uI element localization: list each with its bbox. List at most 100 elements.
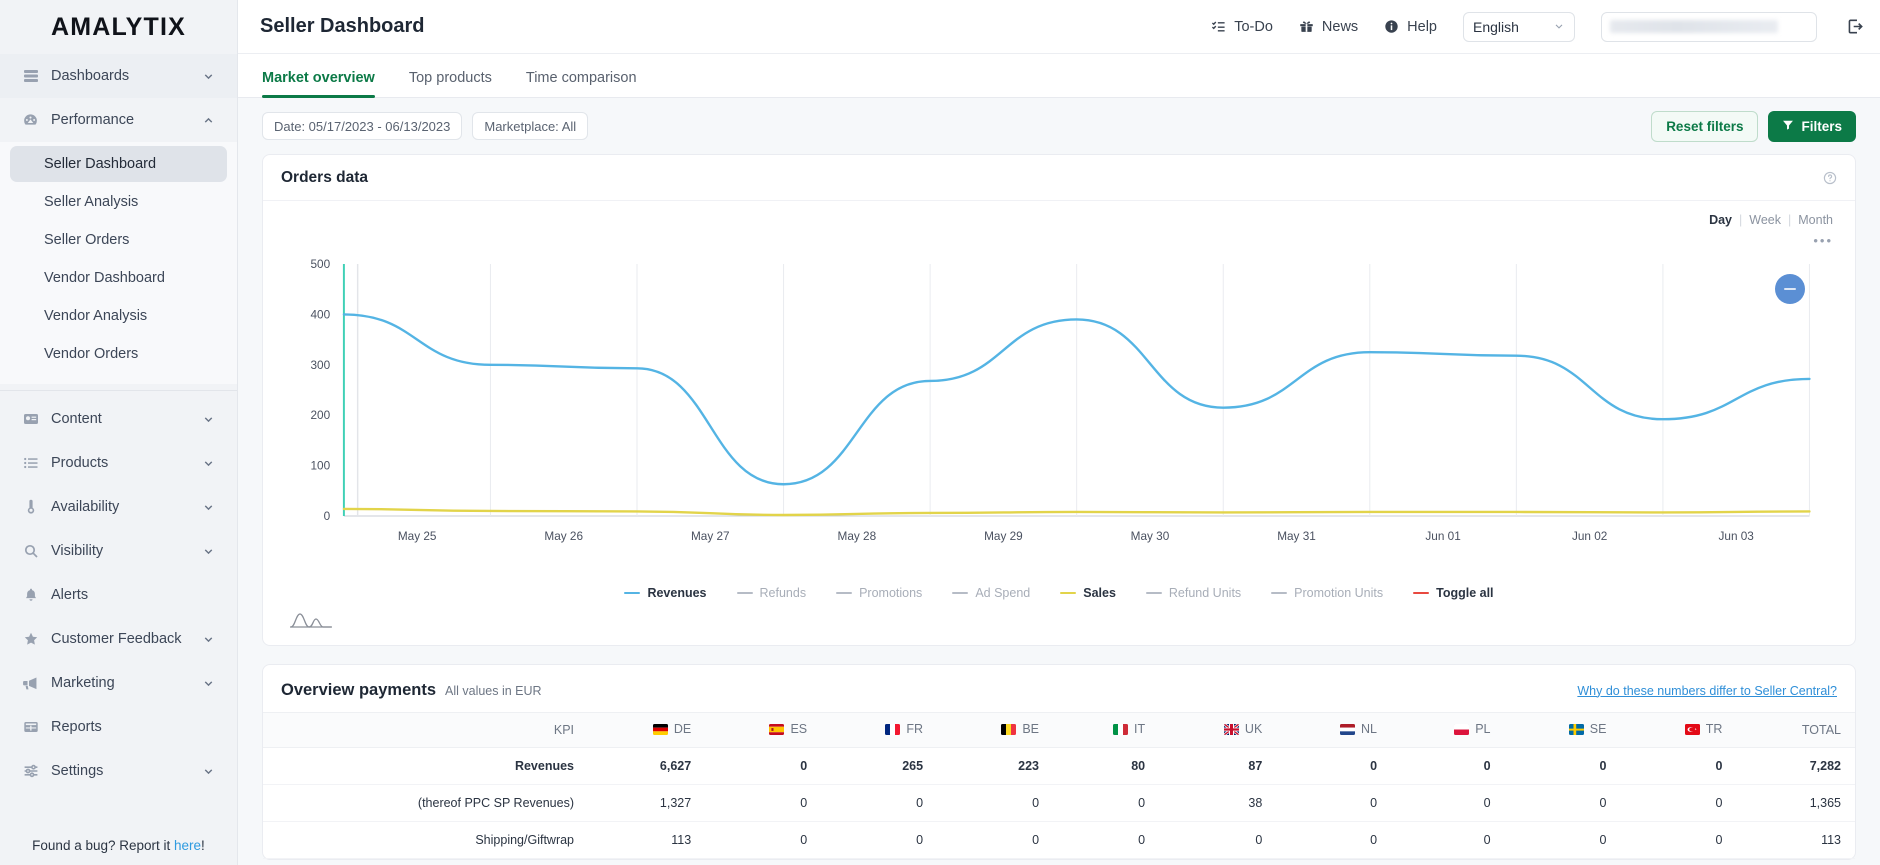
sidebar-item-marketing[interactable]: Marketing xyxy=(0,661,237,705)
flag-es-icon xyxy=(769,723,785,735)
cell-tr: 0 xyxy=(1620,747,1737,785)
flag-uk-icon xyxy=(1223,723,1239,735)
column-header-pl[interactable]: PL xyxy=(1391,712,1505,748)
orders-card-header: Orders data xyxy=(263,155,1855,201)
news-gift-icon xyxy=(1299,19,1314,34)
page-title: Seller Dashboard xyxy=(260,15,425,37)
svg-text:0: 0 xyxy=(324,509,331,523)
cell-nl: 0 xyxy=(1276,747,1392,785)
cell-pl: 0 xyxy=(1391,784,1505,822)
sidebar-item-label: Availability xyxy=(51,499,120,515)
help-circle-icon[interactable] xyxy=(1823,171,1837,185)
language-select[interactable]: English xyxy=(1463,11,1575,42)
legend-item-promotion-units[interactable]: Promotion Units xyxy=(1271,586,1383,600)
payments-help-link[interactable]: Why do these numbers differ to Seller Ce… xyxy=(1577,684,1837,698)
cell-tr: 0 xyxy=(1620,784,1737,822)
tab-time-comparison[interactable]: Time comparison xyxy=(526,70,637,97)
orders-line-chart: 0 100 200 300 400 500 May 25 May 26 May 27 May 28… xyxy=(310,257,1811,543)
column-header-fr[interactable]: FR xyxy=(821,712,938,748)
legend-label: Refunds xyxy=(759,586,807,600)
sidebar-item-label: Alerts xyxy=(51,587,89,603)
granularity-toggle: Day | Week | Month xyxy=(263,201,1855,227)
todo-label: To-Do xyxy=(1234,18,1273,35)
bug-report-link[interactable]: here xyxy=(174,838,201,853)
sidebar-item-products[interactable]: Products xyxy=(0,441,237,485)
legend-item-revenues[interactable]: Revenues xyxy=(624,586,707,600)
sidebar-item-vendor-dashboard[interactable]: Vendor Dashboard xyxy=(10,260,227,296)
sidebar-group-dashboards[interactable]: Dashboards xyxy=(0,54,237,98)
column-header-be[interactable]: BE xyxy=(937,712,1054,748)
reset-filters-button[interactable]: Reset filters xyxy=(1651,110,1759,142)
todo-button[interactable]: To-Do xyxy=(1211,19,1273,35)
sidebar-group-performance[interactable]: Performance xyxy=(0,98,237,142)
svg-text:Jun 02: Jun 02 xyxy=(1572,529,1607,543)
filters-button[interactable]: Filters xyxy=(1768,110,1856,142)
svg-text:100: 100 xyxy=(310,459,330,473)
top-bar-actions: To-Do News Help English xyxy=(1211,11,1864,42)
content-icon xyxy=(22,411,39,428)
brand-logo[interactable]: AMALYTIX xyxy=(0,0,237,54)
column-header-it[interactable]: IT xyxy=(1053,712,1160,748)
language-value: English xyxy=(1473,18,1519,35)
marketplace-filter-chip[interactable]: Marketplace: All xyxy=(472,112,589,140)
legend-item-toggle-all[interactable]: Toggle all xyxy=(1413,586,1494,600)
sidebar-item-alerts[interactable]: Alerts xyxy=(0,573,237,617)
sidebar-group-label: Performance xyxy=(51,112,135,128)
chevron-down-icon xyxy=(201,676,215,690)
legend-item-ad-spend[interactable]: Ad Spend xyxy=(952,586,1030,600)
column-header-nl[interactable]: NL xyxy=(1276,712,1392,748)
cell-es: 0 xyxy=(705,747,822,785)
legend-item-refund-units[interactable]: Refund Units xyxy=(1145,586,1241,600)
tab-market-overview[interactable]: Market overview xyxy=(262,70,375,98)
column-header-label: FR xyxy=(906,722,924,736)
table-row[interactable]: Revenues 6,627 0 265 223 80 87 0 0 0 0 7,282 xyxy=(263,747,1855,785)
zoom-minus-button[interactable] xyxy=(1775,274,1805,304)
column-header-es[interactable]: ES xyxy=(705,712,822,748)
news-label: News xyxy=(1321,18,1359,35)
svg-text:300: 300 xyxy=(310,358,330,372)
column-header-total[interactable]: TOTAL xyxy=(1736,712,1855,748)
sidebar-item-seller-orders[interactable]: Seller Orders xyxy=(10,222,227,258)
chevron-down-icon xyxy=(201,632,215,646)
column-header-kpi[interactable]: KPI xyxy=(263,712,589,748)
sidebar-item-visibility[interactable]: Visibility xyxy=(0,529,237,573)
tab-top-products[interactable]: Top products xyxy=(409,70,492,97)
granularity-month[interactable]: Month xyxy=(1798,213,1833,227)
cell-nl: 0 xyxy=(1276,821,1392,859)
sidebar-item-customer-feedback[interactable]: Customer Feedback xyxy=(0,617,237,661)
legend-swatch xyxy=(952,591,969,595)
legend-item-refunds[interactable]: Refunds xyxy=(736,586,807,600)
sidebar-item-settings[interactable]: Settings xyxy=(0,749,237,793)
table-row[interactable]: Shipping/Giftwrap 113 0 0 0 0 0 0 0 0 0 113 xyxy=(263,821,1855,859)
cell-be: 0 xyxy=(937,821,1054,859)
table-row[interactable]: (thereof PPC SP Revenues) 1,327 0 0 0 0 38 0 0 0 0… xyxy=(263,784,1855,822)
column-header-se[interactable]: SE xyxy=(1504,712,1621,748)
sidebar-item-reports[interactable]: Reports xyxy=(0,705,237,749)
sidebar-item-content[interactable]: Content xyxy=(0,397,237,441)
sidebar-item-availability[interactable]: Availability xyxy=(0,485,237,529)
help-button[interactable]: Help xyxy=(1384,19,1437,35)
column-header-de[interactable]: DE xyxy=(588,712,706,748)
news-button[interactable]: News xyxy=(1299,19,1358,35)
legend-swatch xyxy=(1060,591,1077,595)
sidebar-item-vendor-orders[interactable]: Vendor Orders xyxy=(10,336,227,372)
cell-uk: 0 xyxy=(1159,821,1277,859)
account-field[interactable] xyxy=(1601,11,1817,42)
logout-icon[interactable] xyxy=(1847,18,1864,35)
svg-text:May 28: May 28 xyxy=(838,529,877,543)
column-header-tr[interactable]: TR xyxy=(1620,712,1737,748)
sidebar-item-vendor-analysis[interactable]: Vendor Analysis xyxy=(10,298,227,334)
sidebar-item-seller-dashboard[interactable]: Seller Dashboard xyxy=(10,146,227,182)
more-dots-icon[interactable]: ••• xyxy=(263,227,1855,248)
granularity-day[interactable]: Day xyxy=(1709,213,1732,227)
sparkline-icon[interactable] xyxy=(263,604,1855,645)
performance-icon xyxy=(22,112,39,129)
legend-item-sales[interactable]: Sales xyxy=(1060,586,1116,600)
date-filter-chip[interactable]: Date: 05/17/2023 - 06/13/2023 xyxy=(262,112,463,140)
sidebar-item-seller-analysis[interactable]: Seller Analysis xyxy=(10,184,227,220)
bug-report-tail: ! xyxy=(201,838,205,853)
legend-item-promotions[interactable]: Promotions xyxy=(836,586,922,600)
cell-se: 0 xyxy=(1504,784,1621,822)
column-header-uk[interactable]: UK xyxy=(1159,712,1277,748)
granularity-week[interactable]: Week xyxy=(1749,213,1781,227)
